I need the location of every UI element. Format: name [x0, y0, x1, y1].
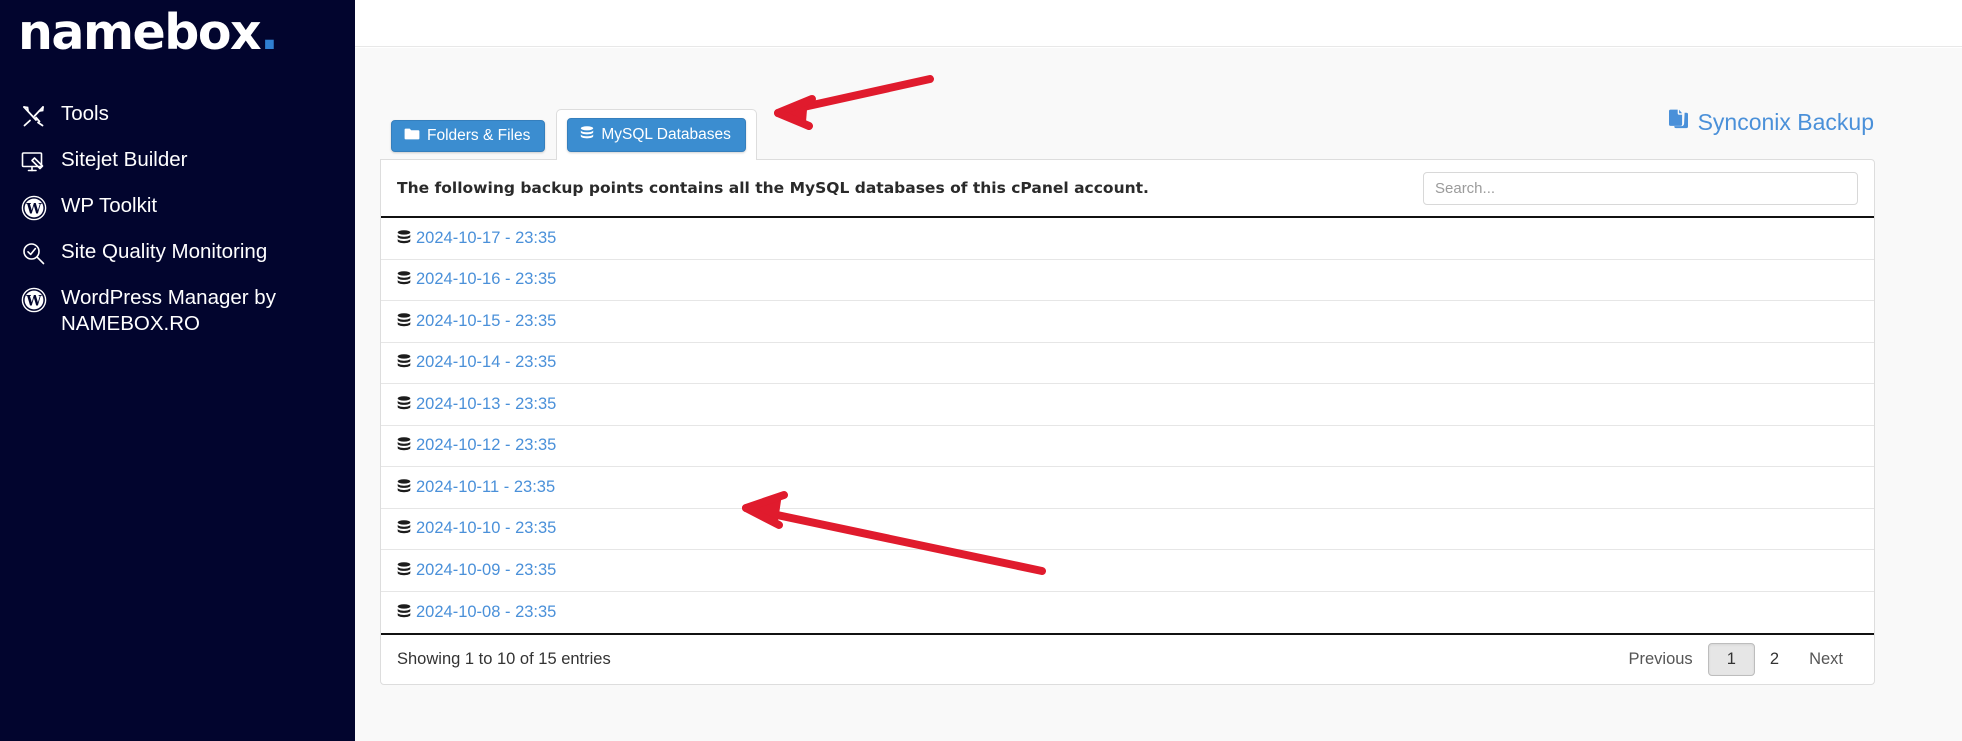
backup-point-label: 2024-10-09 - 23:35 — [416, 560, 557, 579]
brand-name: namebox — [18, 4, 262, 61]
backup-point-link[interactable]: 2024-10-11 - 23:35 — [397, 478, 555, 497]
database-icon — [397, 478, 411, 496]
panel-description: The following backup points contains all… — [397, 179, 1149, 197]
backup-point-link[interactable]: 2024-10-16 - 23:35 — [397, 270, 556, 289]
tools-icon — [20, 103, 48, 129]
sidebar-item-wp-toolkit[interactable]: W WP Toolkit — [0, 184, 355, 230]
table-row[interactable]: 2024-10-14 - 23:35 — [381, 343, 1874, 384]
backup-point-label: 2024-10-08 - 23:35 — [416, 602, 557, 621]
sidebar-item-site-quality-monitoring[interactable]: Site Quality Monitoring — [0, 230, 355, 276]
backup-point-label: 2024-10-15 - 23:35 — [416, 311, 557, 330]
table-row[interactable]: 2024-10-10 - 23:35 — [381, 509, 1874, 550]
backup-point-label: 2024-10-17 - 23:35 — [416, 228, 557, 247]
sidebar-item-sitejet-builder[interactable]: Sitejet Builder — [0, 138, 355, 184]
synconix-backup-label: Synconix Backup — [1697, 108, 1874, 135]
database-icon — [397, 603, 411, 621]
synconix-backup-link[interactable]: Synconix Backup — [1668, 108, 1874, 136]
magnifier-check-icon — [20, 241, 48, 267]
table-row[interactable]: 2024-10-15 - 23:35 — [381, 301, 1874, 343]
table-row[interactable]: 2024-10-16 - 23:35 — [381, 260, 1874, 301]
sidebar-item-label: Site Quality Monitoring — [61, 240, 268, 263]
database-icon — [580, 125, 594, 145]
backup-point-link[interactable]: 2024-10-13 - 23:35 — [397, 395, 556, 414]
pagination-previous-button[interactable]: Previous — [1613, 643, 1707, 676]
database-icon — [397, 520, 411, 537]
tab-mysql-databases-button[interactable]: MySQL Databases — [567, 117, 746, 152]
brand-logo[interactable]: namebox. — [18, 8, 279, 57]
tab-mysql-databases[interactable]: MySQL Databases — [556, 108, 757, 160]
sidebar-item-label: Sitejet Builder — [61, 148, 188, 171]
entries-info: Showing 1 to 10 of 15 entries — [397, 650, 611, 668]
app-window: namebox. Tools Sitejet Builder W WP Tool… — [0, 0, 1962, 741]
database-icon — [397, 437, 411, 454]
tab-folders-and-files-label: Folders & Files — [427, 127, 531, 144]
svg-text:W: W — [25, 294, 42, 310]
pagination-next-button[interactable]: Next — [1794, 643, 1858, 676]
panel-footer: Showing 1 to 10 of 15 entries Previous 1… — [381, 633, 1874, 684]
sitejet-builder-icon — [20, 149, 48, 175]
database-icon — [397, 395, 411, 413]
wordpress-icon: W — [20, 287, 48, 313]
table-row[interactable]: 2024-10-12 - 23:35 — [381, 426, 1874, 467]
sidebar-item-tools[interactable]: Tools — [0, 92, 355, 138]
backup-point-label: 2024-10-16 - 23:35 — [416, 270, 557, 289]
sidebar-item-label: Tools — [61, 102, 109, 125]
database-icon — [397, 354, 411, 371]
sidebar: namebox. Tools Sitejet Builder W WP Tool… — [0, 0, 355, 741]
tab-mysql-databases-label: MySQL Databases — [601, 126, 731, 143]
copy-icon — [1668, 108, 1689, 136]
table-row[interactable]: 2024-10-17 - 23:35 — [381, 218, 1874, 260]
table-row[interactable]: 2024-10-08 - 23:35 — [381, 592, 1874, 634]
panel-header: The following backup points contains all… — [381, 160, 1874, 218]
tab-folders-and-files-button[interactable]: Folders & Files — [391, 119, 546, 152]
backup-point-link[interactable]: 2024-10-15 - 23:35 — [397, 312, 556, 331]
backup-point-label: 2024-10-11 - 23:35 — [416, 477, 556, 496]
folder-icon — [404, 128, 420, 145]
wordpress-icon: W — [20, 195, 48, 221]
backup-point-link[interactable]: 2024-10-09 - 23:35 — [397, 561, 556, 580]
table-row[interactable]: 2024-10-11 - 23:35 — [381, 467, 1874, 509]
database-icon — [397, 561, 411, 579]
pagination: Previous 1 2 Next — [1613, 643, 1858, 676]
sidebar-item-label: WordPress Manager by NAMEBOX.RO — [61, 286, 276, 335]
top-bar — [355, 0, 1962, 47]
svg-text:W: W — [25, 202, 42, 218]
database-icon — [397, 312, 411, 330]
search-input[interactable] — [1423, 171, 1858, 205]
backup-point-label: 2024-10-12 - 23:35 — [416, 436, 557, 455]
table-row[interactable]: 2024-10-13 - 23:35 — [381, 384, 1874, 426]
tab-folders-and-files[interactable]: Folders & Files — [380, 111, 556, 161]
pagination-page-1-button[interactable]: 1 — [1707, 643, 1755, 676]
backup-point-label: 2024-10-10 - 23:35 — [416, 519, 557, 538]
backup-points-panel: The following backup points contains all… — [380, 159, 1875, 685]
backup-point-link[interactable]: 2024-10-08 - 23:35 — [397, 603, 556, 622]
backup-point-label: 2024-10-14 - 23:35 — [416, 353, 557, 372]
backup-point-label: 2024-10-13 - 23:35 — [416, 394, 557, 413]
sidebar-item-wordpress-manager[interactable]: W WordPress Manager by NAMEBOX.RO — [0, 276, 355, 346]
table-row[interactable]: 2024-10-09 - 23:35 — [381, 550, 1874, 592]
sidebar-nav: Tools Sitejet Builder W WP Toolkit Site … — [0, 92, 355, 346]
backup-point-link[interactable]: 2024-10-17 - 23:35 — [397, 229, 556, 248]
backup-point-link[interactable]: 2024-10-10 - 23:35 — [397, 519, 556, 538]
database-icon — [397, 229, 411, 247]
database-icon — [397, 271, 411, 288]
backup-point-link[interactable]: 2024-10-14 - 23:35 — [397, 353, 556, 372]
brand-dot: . — [260, 4, 279, 61]
sidebar-item-label: WP Toolkit — [61, 194, 158, 217]
tab-bar: Folders & Files MySQL Databases — [380, 108, 757, 161]
pagination-page-2-button[interactable]: 2 — [1755, 643, 1794, 676]
backup-points-list: 2024-10-17 - 23:35 2024-10-16 - 23:35 20… — [381, 218, 1874, 633]
backup-point-link[interactable]: 2024-10-12 - 23:35 — [397, 436, 556, 455]
